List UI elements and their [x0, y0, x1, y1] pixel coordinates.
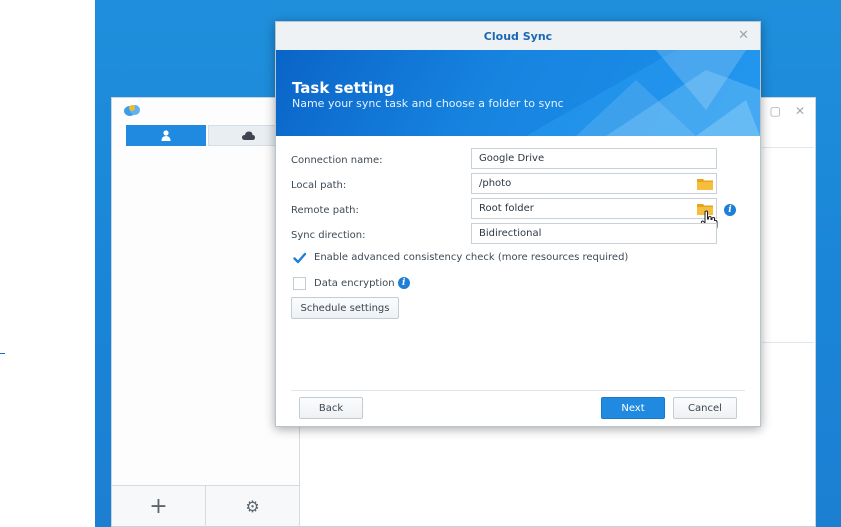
data-encryption-info-icon[interactable]: i — [397, 277, 410, 289]
divider — [762, 147, 814, 148]
footer-divider — [291, 390, 745, 391]
remote-path-info-icon[interactable]: i — [724, 204, 736, 216]
dialog-banner: Task setting Name your sync task and cho… — [276, 50, 760, 136]
data-encryption-checkbox[interactable] — [293, 277, 306, 290]
local-path-label: Local path: — [291, 180, 347, 191]
add-task-button[interactable]: + — [112, 486, 206, 526]
next-button[interactable]: Next — [601, 397, 665, 419]
dialog-subheading: Name your sync task and choose a folder … — [292, 97, 564, 110]
cloud-sync-logo-icon — [124, 105, 140, 116]
dialog-titlebar: Cloud Sync ✕ — [276, 22, 760, 51]
close-icon[interactable]: ✕ — [795, 104, 805, 118]
sync-direction-label: Sync direction: — [291, 230, 366, 241]
connection-name-label: Connection name: — [291, 155, 383, 166]
settings-button[interactable]: ⚙ — [206, 486, 299, 526]
remote-path-value: Root folder — [479, 203, 534, 214]
gear-icon: ⚙ — [245, 496, 260, 516]
back-button[interactable]: Back — [299, 397, 363, 419]
user-icon — [161, 130, 171, 141]
folder-icon[interactable] — [697, 177, 713, 190]
divider — [762, 342, 814, 343]
dialog-heading: Task setting — [292, 79, 395, 97]
close-icon[interactable]: ✕ — [738, 28, 749, 43]
sidebar-bottom-bar: + ⚙ — [112, 485, 299, 526]
sidebar: + ⚙ — [112, 98, 300, 526]
cancel-button[interactable]: Cancel — [673, 397, 737, 419]
data-encryption-label: Data encryption i — [314, 277, 410, 289]
local-path-field[interactable]: /photo — [471, 173, 717, 194]
remote-path-field[interactable]: Root folder — [471, 198, 717, 219]
connection-name-field[interactable]: Google Drive — [471, 148, 717, 169]
sync-direction-value: Bidirectional — [479, 228, 542, 239]
consistency-check-label: Enable advanced consistency check (more … — [314, 252, 629, 263]
left-edge-marker — [0, 353, 5, 354]
plus-icon: + — [149, 493, 168, 519]
schedule-settings-button[interactable]: Schedule settings — [291, 297, 399, 319]
tab-user[interactable] — [126, 125, 206, 146]
remote-path-label: Remote path: — [291, 205, 359, 216]
consistency-check-checkbox[interactable] — [293, 252, 306, 265]
connection-name-value: Google Drive — [479, 153, 545, 164]
local-path-value: /photo — [479, 178, 512, 189]
dialog-title: Cloud Sync — [483, 29, 553, 43]
maximize-icon[interactable]: ▢ — [770, 104, 781, 118]
sync-direction-select[interactable]: Bidirectional — [471, 223, 717, 244]
window-controls: ▢ ✕ — [770, 104, 805, 118]
task-setting-dialog: Cloud Sync ✕ Task setting Name your sync… — [275, 21, 761, 427]
cloud-icon — [241, 131, 255, 140]
